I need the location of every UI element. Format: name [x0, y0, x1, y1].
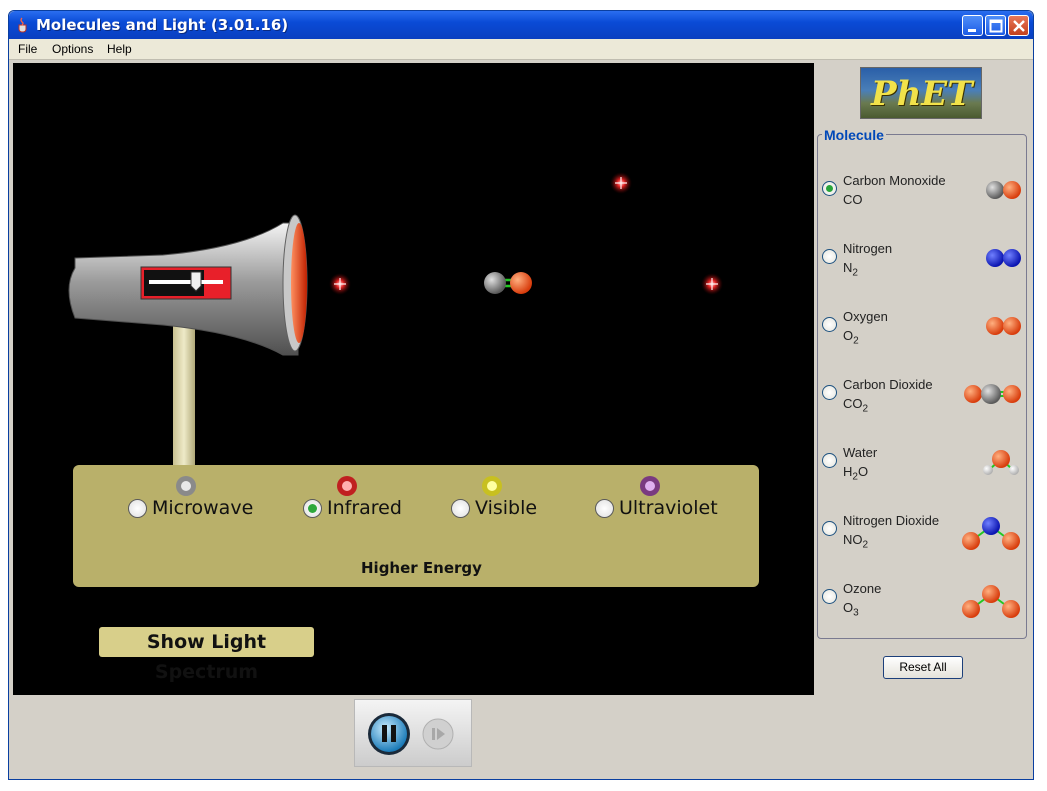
close-icon — [1013, 20, 1025, 32]
close-button[interactable] — [1008, 15, 1029, 36]
molecule-name: Carbon Dioxide — [843, 377, 933, 392]
band-radio[interactable] — [451, 499, 470, 518]
molecule-formula: CO — [843, 192, 863, 207]
photon-type-panel: Microwave Infrared Visible Ultraviolet H… — [73, 465, 759, 587]
molecule-radio[interactable] — [822, 453, 837, 468]
pause-icon — [371, 716, 407, 752]
phet-logo-text: PhET — [871, 74, 973, 114]
energy-label: Higher Energy — [361, 559, 482, 577]
show-light-spectrum-button[interactable]: Show Light Spectrum — [99, 627, 314, 683]
molecule-radio[interactable] — [822, 317, 837, 332]
step-button[interactable] — [422, 718, 454, 750]
infrared-photon-icon — [337, 476, 357, 496]
band-label: Microwave — [152, 497, 254, 519]
molecule-radio[interactable] — [822, 249, 837, 264]
n2-molecule-icon — [986, 249, 1021, 267]
o2-molecule-icon — [986, 317, 1021, 335]
molecule-option-no2[interactable]: Nitrogen Dioxide NO2 — [818, 511, 1026, 561]
window-title: Molecules and Light (3.01.16) — [36, 16, 289, 34]
molecule-name: Water — [843, 445, 878, 460]
band-label: Visible — [475, 497, 538, 519]
simulation-drawing — [68, 172, 723, 556]
control-panel: PhET Molecule Carbon Monoxide CO Nitroge… — [815, 63, 1033, 695]
band-radio[interactable] — [128, 499, 147, 518]
molecule-formula: CO2 — [843, 396, 869, 415]
visible-photon-icon — [482, 476, 502, 496]
menu-bar: File Options Help — [9, 39, 1033, 60]
menu-options[interactable]: Options — [52, 42, 93, 56]
molecule-option-o3[interactable]: Ozone O3 — [818, 579, 1026, 629]
molecule-radio[interactable] — [822, 589, 837, 604]
molecule-radio[interactable] — [822, 521, 837, 536]
molecule-formula: NO2 — [843, 532, 869, 551]
band-label: Ultraviolet — [619, 497, 718, 519]
co-molecule-icon — [986, 181, 1021, 199]
emitter-pole — [173, 313, 195, 473]
intensity-slider-thumb — [190, 271, 202, 292]
molecule-formula: H2O — [843, 464, 869, 483]
title-bar: Molecules and Light (3.01.16) — [9, 11, 1033, 39]
co2-molecule-icon — [964, 384, 1021, 404]
menu-file[interactable]: File — [18, 42, 37, 56]
band-label: Infrared — [327, 497, 402, 519]
h2o-molecule-icon — [983, 450, 1019, 475]
molecule-formula: O3 — [843, 600, 859, 619]
molecule-name: Oxygen — [843, 309, 888, 324]
microwave-photon-icon — [176, 476, 196, 496]
minimize-button[interactable] — [962, 15, 983, 36]
o3-molecule-icon — [962, 585, 1020, 618]
molecule-selector: Molecule Carbon Monoxide CO Nitrogen N2 … — [817, 127, 1027, 639]
band-radio[interactable] — [595, 499, 614, 518]
bottom-bar — [9, 695, 1033, 779]
molecule-option-co[interactable]: Carbon Monoxide CO — [818, 171, 1026, 221]
molecule-formula: N2 — [843, 260, 858, 279]
molecule-option-o2[interactable]: Oxygen O2 — [818, 307, 1026, 357]
java-cup-icon — [18, 17, 27, 33]
reset-all-button[interactable]: Reset All — [883, 656, 963, 679]
molecule-option-h2o[interactable]: Water H2O — [818, 443, 1026, 493]
molecule-panel-title: Molecule — [822, 127, 886, 143]
playback-drawing — [368, 713, 454, 755]
molecule-name: Carbon Monoxide — [843, 173, 946, 188]
application-window: Molecules and Light (3.01.16) File Optio… — [8, 10, 1034, 780]
molecule-name: Nitrogen — [843, 241, 893, 256]
minimize-icon — [968, 29, 976, 32]
menu-help[interactable]: Help — [107, 42, 132, 56]
ultraviolet-photon-icon — [640, 476, 660, 496]
phet-logo[interactable]: PhET — [860, 67, 982, 119]
maximize-icon — [989, 19, 1003, 33]
no2-molecule-icon — [962, 517, 1020, 550]
molecule-option-n2[interactable]: Nitrogen N2 — [818, 239, 1026, 289]
carbon-monoxide-molecule — [484, 272, 532, 294]
playback-controls — [354, 699, 472, 767]
molecule-radio[interactable] — [822, 181, 837, 196]
molecule-name: Nitrogen Dioxide — [843, 513, 940, 528]
molecule-formula: O2 — [843, 328, 859, 347]
band-radio[interactable] — [303, 499, 322, 518]
simulation-canvas: Microwave Infrared Visible Ultraviolet H… — [13, 63, 814, 695]
maximize-button[interactable] — [985, 15, 1006, 36]
pause-button[interactable] — [368, 713, 410, 755]
molecule-radio[interactable] — [822, 385, 837, 400]
molecule-option-co2[interactable]: Carbon Dioxide CO2 — [818, 375, 1026, 425]
molecule-name: Ozone — [843, 581, 882, 596]
